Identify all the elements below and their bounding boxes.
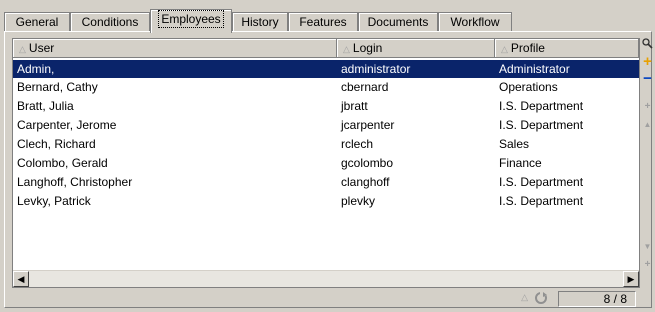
table-row[interactable]: Clech, Richard rclech Sales [13,135,639,153]
cell-user: Levky, Patrick [17,194,91,208]
column-header-profile[interactable]: △ Profile [495,39,639,58]
sort-arrow-icon: △ [19,44,26,54]
sort-arrow-icon: △ [501,44,508,54]
tab-workflow[interactable]: Workflow [438,12,512,32]
cell-login: rclech [341,137,374,151]
search-icon[interactable] [641,38,654,52]
record-count: 8 / 8 [558,291,636,307]
horizontal-scrollbar[interactable]: ◀ ▶ [13,270,639,287]
status-bar: △ 8 / 8 [12,290,640,308]
tab-general[interactable]: General [4,12,70,32]
scroll-down-icon[interactable]: ▼ [641,240,654,254]
tab-features[interactable]: Features [288,12,358,32]
add-small-icon: + [644,259,651,270]
scroll-up-icon[interactable]: ▲ [641,118,654,132]
grid-toolbar: + − + ▲ ▼ + [641,38,655,278]
cell-profile: I.S. Department [499,175,584,189]
add-icon[interactable]: + [641,54,654,69]
cell-login: cbernard [341,80,389,94]
cell-user: Clech, Richard [17,137,96,151]
table-row[interactable]: Colombo, Gerald gcolombo Finance [13,154,639,172]
cell-profile: Operations [499,80,558,94]
cell-login: plevky [341,194,376,208]
cell-profile: Sales [499,137,530,151]
table-row[interactable]: Carpenter, Jerome jcarpenter I.S. Depart… [13,116,639,134]
cell-login: gcolombo [341,156,394,170]
cell-profile: Finance [499,156,542,170]
column-header-user[interactable]: △ User [13,39,337,58]
tab-documents[interactable]: Documents [358,12,438,32]
remove-icon[interactable]: − [641,71,654,86]
scroll-right-button[interactable]: ▶ [623,271,639,287]
cell-user: Bratt, Julia [17,99,74,113]
tab-employees[interactable]: Employees [150,9,232,33]
cell-user: Carpenter, Jerome [17,118,117,132]
cell-user: Langhoff, Christopher [17,175,133,189]
scroll-left-button[interactable]: ◀ [13,271,29,287]
table-row[interactable]: Levky, Patrick plevky I.S. Department [13,192,639,210]
refresh-icon[interactable] [534,291,548,308]
cell-user: Colombo, Gerald [17,156,108,170]
table-row[interactable]: Bratt, Julia jbratt I.S. Department [13,97,639,115]
column-header-login[interactable]: △ Login [337,39,495,58]
sort-arrow-icon: △ [521,292,528,302]
tab-strip: General Conditions Employees History Fea… [4,8,652,33]
cell-profile: I.S. Department [499,118,584,132]
cell-profile: Administrator [499,62,570,76]
cell-user: Admin, [17,62,55,76]
tab-conditions[interactable]: Conditions [70,12,150,32]
table-row[interactable]: Langhoff, Christopher clanghoff I.S. Dep… [13,173,639,191]
table-row[interactable]: Admin, administrator Administrator [13,60,639,78]
add-disabled-icon: + [644,101,651,112]
sort-arrow-icon: △ [343,44,350,54]
cell-login: administrator [341,62,411,76]
table-row[interactable]: Bernard, Cathy cbernard Operations [13,78,639,96]
cell-user: Bernard, Cathy [17,80,98,94]
cell-profile: I.S. Department [499,194,584,208]
cell-login: jbratt [341,99,368,113]
cell-login: jcarpenter [341,118,395,132]
tab-history[interactable]: History [232,12,288,32]
cell-profile: I.S. Department [499,99,584,113]
cell-login: clanghoff [341,175,390,189]
employees-grid: △ User △ Login △ Profile Admin, administrat… [12,38,640,288]
